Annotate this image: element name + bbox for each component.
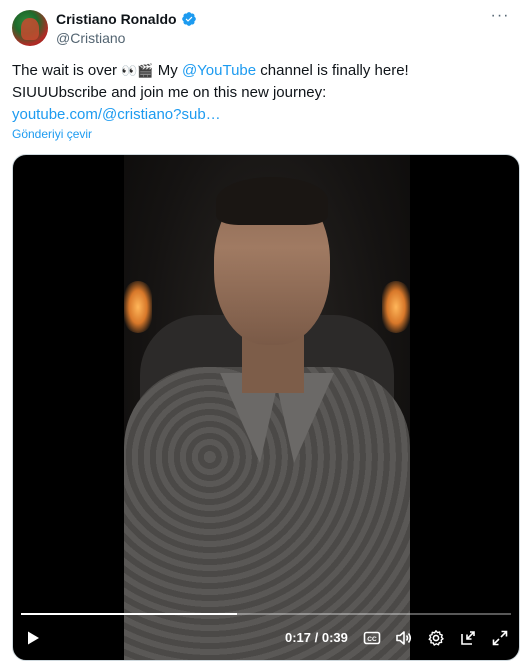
tweet-text-segment: My bbox=[153, 62, 182, 79]
hair bbox=[216, 177, 328, 225]
svg-text:CC: CC bbox=[367, 636, 377, 643]
lamp-light bbox=[382, 281, 410, 333]
current-time: 0:17 bbox=[285, 630, 312, 645]
time-separator: / bbox=[311, 630, 322, 645]
author-handle[interactable]: @Cristiano bbox=[56, 29, 125, 47]
video-player[interactable]: 0:17 / 0:39 CC bbox=[12, 154, 520, 661]
verified-badge-icon bbox=[181, 12, 196, 26]
duration: 0:39 bbox=[321, 630, 348, 645]
clapperboard-emoji-icon: 🎬 bbox=[137, 63, 154, 78]
video-time: 0:17 / 0:39 bbox=[285, 630, 348, 646]
play-icon[interactable] bbox=[23, 628, 43, 648]
video-progress-bar[interactable] bbox=[21, 613, 511, 615]
video-frame bbox=[124, 155, 410, 660]
pip-icon[interactable] bbox=[458, 628, 478, 648]
volume-icon[interactable] bbox=[394, 628, 414, 648]
tweet-line-1: The wait is over 👀🎬 My @YouTube channel … bbox=[12, 60, 517, 82]
more-icon[interactable]: ··· bbox=[489, 8, 511, 28]
video-controls: 0:17 / 0:39 CC bbox=[13, 616, 519, 660]
tweet-line-2: SIUUUbscribe and join me on this new jou… bbox=[12, 84, 327, 101]
avatar[interactable] bbox=[12, 10, 48, 46]
video-progress-fill bbox=[21, 613, 237, 615]
eyes-emoji-icon: 👀 bbox=[121, 63, 138, 78]
author-name[interactable]: Cristiano Ronaldo bbox=[56, 10, 177, 28]
fullscreen-icon[interactable] bbox=[490, 628, 510, 648]
tweet-text-segment: channel is finally here! bbox=[256, 62, 409, 79]
tweet-text: The wait is over 👀🎬 My @YouTube channel … bbox=[12, 60, 517, 126]
captions-icon[interactable]: CC bbox=[362, 628, 382, 648]
translate-post-link[interactable]: Gönderiyi çevir bbox=[12, 127, 92, 141]
youtube-channel-link[interactable]: youtube.com/@cristiano?sub… bbox=[12, 106, 221, 123]
youtube-mention-link[interactable]: @YouTube bbox=[182, 62, 256, 79]
tweet-text-segment: The wait is over bbox=[12, 62, 118, 79]
tweet-header: Cristiano Ronaldo @Cristiano ··· bbox=[12, 8, 517, 50]
settings-icon[interactable] bbox=[426, 628, 446, 648]
author-name-row: Cristiano Ronaldo bbox=[56, 10, 197, 28]
lamp-light bbox=[124, 281, 152, 333]
